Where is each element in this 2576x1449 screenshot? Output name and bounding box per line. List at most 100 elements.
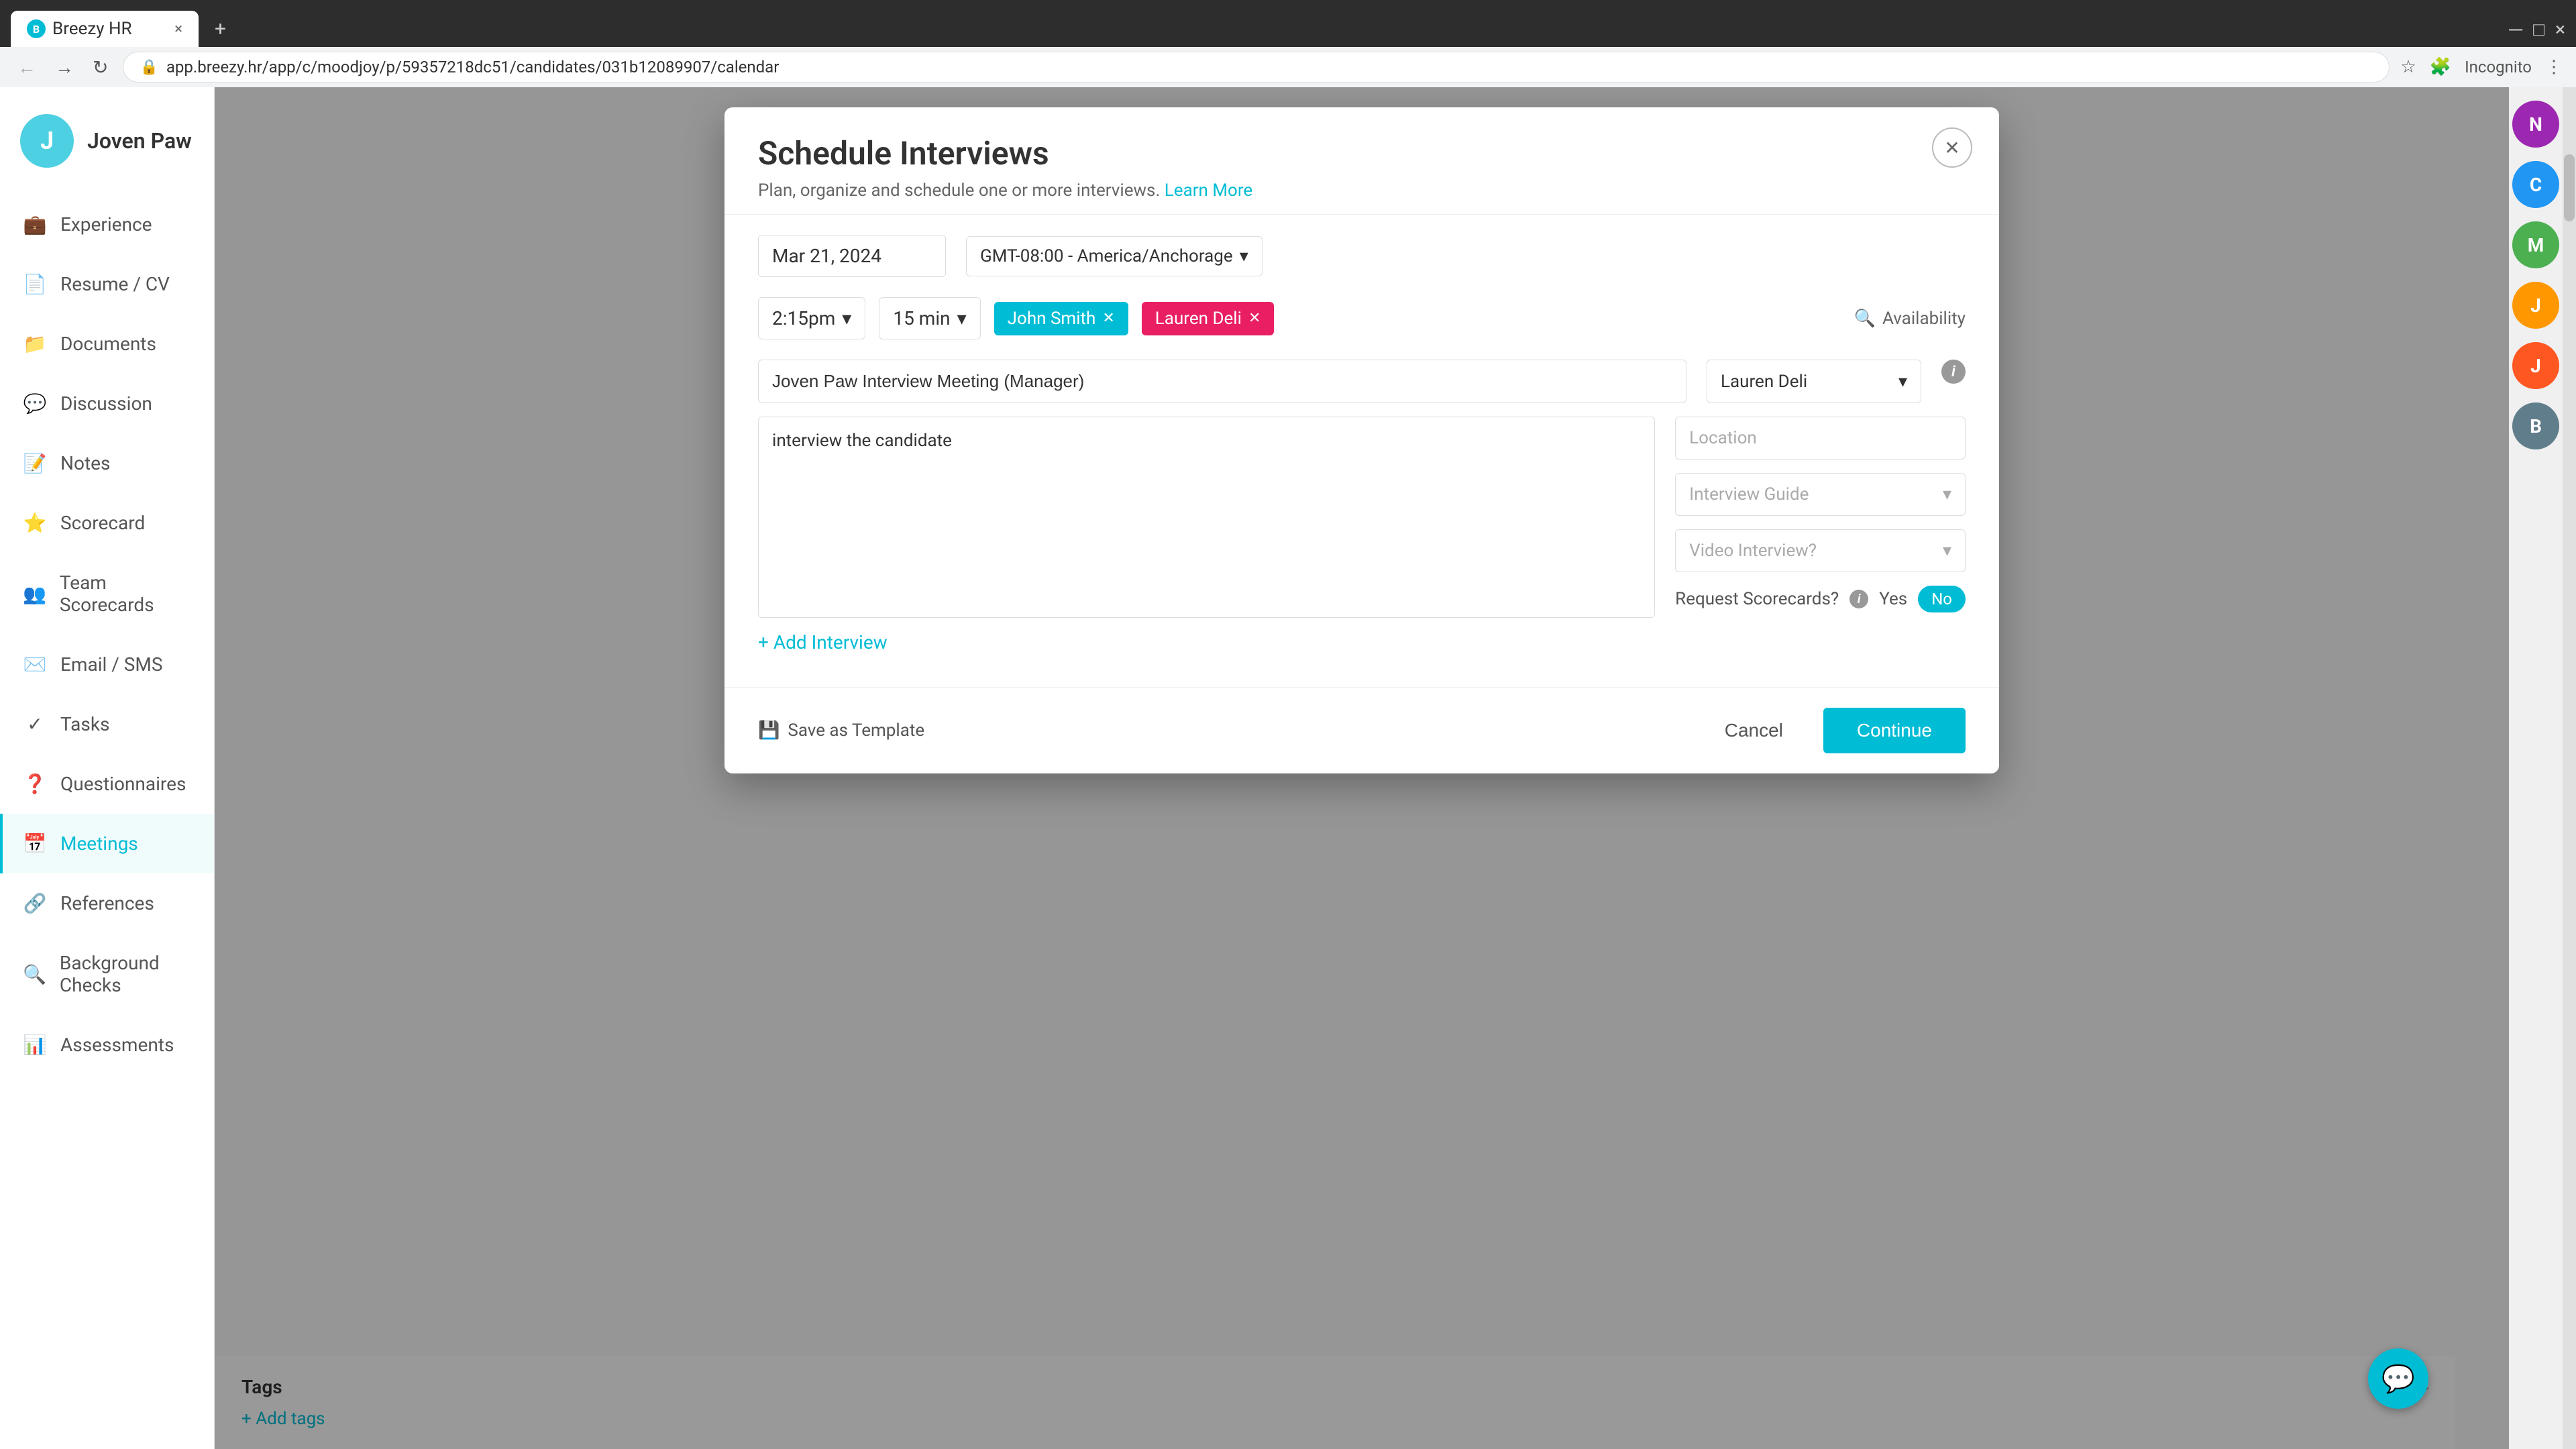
sidebar-label-experience: Experience <box>60 213 152 235</box>
meeting-title-input[interactable] <box>758 360 1686 403</box>
avatar-m[interactable]: M <box>2512 221 2559 268</box>
sidebar-item-documents[interactable]: 📁 Documents <box>0 314 214 374</box>
modal-close-button[interactable]: ✕ <box>1932 127 1972 168</box>
interview-guide-field[interactable]: Interview Guide ▾ <box>1675 473 1966 516</box>
interviewer-john-name: John Smith <box>1008 309 1096 329</box>
close-window-button[interactable]: × <box>2555 18 2565 40</box>
right-avatars-panel: N C M J J B <box>2509 87 2563 1449</box>
sidebar-item-tasks[interactable]: ✓ Tasks <box>0 694 214 754</box>
browser-menu-button[interactable]: Incognito <box>2465 58 2532 76</box>
browser-toolbar: ← → ↻ 🔒 app.breezy.hr/app/c/moodjoy/p/59… <box>0 47 2576 87</box>
interviewer-info-icon[interactable]: i <box>1941 360 1966 384</box>
modal-header: Schedule Interviews Plan, organize and s… <box>724 107 1999 215</box>
notes-textarea[interactable]: interview the candidate <box>758 417 1655 618</box>
interviewer-lauren-name: Lauren Deli <box>1155 309 1242 329</box>
timezone-field[interactable]: GMT-08:00 - America/Anchorage ▾ <box>966 236 1263 276</box>
avatar-c[interactable]: C <box>2512 161 2559 208</box>
modal-footer: 💾 Save as Template Cancel Continue <box>724 687 1999 773</box>
no-badge-button[interactable]: No <box>1918 586 1966 612</box>
sidebar-label-tasks: Tasks <box>60 713 110 735</box>
time-selector[interactable]: 2:15pm ▾ <box>758 297 865 339</box>
modal-backdrop[interactable]: Schedule Interviews Plan, organize and s… <box>215 87 2509 1449</box>
sidebar-item-experience[interactable]: 💼 Experience <box>0 195 214 254</box>
tasks-icon: ✓ <box>23 713 47 735</box>
add-interview-button[interactable]: + Add Interview <box>758 618 1966 667</box>
scroll-strip[interactable] <box>2563 87 2576 1449</box>
interviewer-dropdown-arrow: ▾ <box>1898 372 1907 392</box>
avatar-j2[interactable]: J <box>2512 342 2559 389</box>
yes-label: Yes <box>1879 589 1907 609</box>
avatar-j1[interactable]: J <box>2512 282 2559 329</box>
cancel-button[interactable]: Cancel <box>1698 708 1810 753</box>
date-field[interactable]: Mar 21, 2024 <box>758 235 946 277</box>
back-button[interactable]: ← <box>13 52 40 83</box>
interviewer-dropdown[interactable]: Lauren Deli ▾ <box>1707 360 1921 403</box>
meeting-details-row: Lauren Deli ▾ i <box>758 360 1966 403</box>
continue-button[interactable]: Continue <box>1823 708 1966 753</box>
scorecard-icon: ⭐ <box>23 512 47 534</box>
bookmark-icon[interactable]: ☆ <box>2400 57 2416 77</box>
sidebar-item-notes[interactable]: 📝 Notes <box>0 433 214 493</box>
sidebar-item-questionnaires[interactable]: ❓ Questionnaires <box>0 754 214 814</box>
documents-icon: 📁 <box>23 333 47 355</box>
remove-lauren-button[interactable]: ✕ <box>1248 310 1260 327</box>
app-container: J Joven Paw 💼 Experience 📄 Resume / CV 📁… <box>0 87 2576 1449</box>
avatar-b[interactable]: B <box>2512 402 2559 449</box>
save-template-button[interactable]: 💾 Save as Template <box>758 720 924 741</box>
sidebar-item-team-scorecards[interactable]: 👥 Team Scorecards <box>0 553 214 635</box>
learn-more-link[interactable]: Learn More <box>1165 180 1252 201</box>
tab-close-button[interactable]: × <box>174 21 182 38</box>
extensions-icon[interactable]: 🧩 <box>2430 57 2451 77</box>
refresh-button[interactable]: ↻ <box>89 52 112 83</box>
remove-john-button[interactable]: ✕ <box>1102 310 1114 327</box>
availability-button[interactable]: 🔍 Availability <box>1854 309 1966 329</box>
user-name: Joven Paw <box>87 128 192 154</box>
user-avatar: J <box>20 114 74 168</box>
more-options-button[interactable]: ⋮ <box>2545 57 2563 77</box>
background-checks-icon: 🔍 <box>23 963 46 985</box>
availability-search-icon: 🔍 <box>1854 309 1876 329</box>
minimize-button[interactable]: ─ <box>2509 18 2522 40</box>
sidebar-item-email-sms[interactable]: ✉️ Email / SMS <box>0 635 214 694</box>
sidebar-label-email-sms: Email / SMS <box>60 653 162 676</box>
address-bar[interactable]: 🔒 app.breezy.hr/app/c/moodjoy/p/59357218… <box>123 52 2390 83</box>
timezone-dropdown-icon: ▾ <box>1240 246 1248 266</box>
duration-selector[interactable]: 15 min ▾ <box>879 297 980 339</box>
tab-title: Breezy HR <box>52 19 132 39</box>
forward-button[interactable]: → <box>51 52 78 83</box>
sidebar-item-assessments[interactable]: 📊 Assessments <box>0 1015 214 1075</box>
right-panel: Location Interview Guide ▾ Video Intervi… <box>1675 417 1966 618</box>
location-field[interactable]: Location <box>1675 417 1966 460</box>
sidebar-label-meetings: Meetings <box>60 833 138 855</box>
sidebar-item-discussion[interactable]: 💬 Discussion <box>0 374 214 433</box>
references-icon: 🔗 <box>23 892 47 914</box>
interviewer-tag-john[interactable]: John Smith ✕ <box>994 302 1128 335</box>
footer-actions: Cancel Continue <box>1698 708 1966 753</box>
avatar-n[interactable]: N <box>2512 101 2559 148</box>
sidebar-label-scorecard: Scorecard <box>60 512 145 534</box>
active-tab[interactable]: B Breezy HR × <box>11 11 199 47</box>
maximize-button[interactable]: □ <box>2533 18 2544 40</box>
sidebar-item-scorecard[interactable]: ⭐ Scorecard <box>0 493 214 553</box>
video-interview-field[interactable]: Video Interview? ▾ <box>1675 529 1966 572</box>
scorecards-info-icon[interactable]: i <box>1849 590 1868 608</box>
chat-fab-button[interactable]: 💬 <box>2368 1348 2428 1409</box>
notes-and-right-panel: interview the candidate Location Intervi… <box>758 417 1966 618</box>
save-template-label: Save as Template <box>788 720 924 741</box>
modal-subtitle: Plan, organize and schedule one or more … <box>758 180 1966 201</box>
sidebar-item-background-checks[interactable]: 🔍 Background Checks <box>0 933 214 1015</box>
interviewer-tag-lauren[interactable]: Lauren Deli ✕ <box>1142 302 1275 335</box>
sidebar-item-resume[interactable]: 📄 Resume / CV <box>0 254 214 314</box>
time-value: 2:15pm <box>772 307 835 329</box>
modal-body: Mar 21, 2024 GMT-08:00 - America/Anchora… <box>724 215 1999 687</box>
sidebar-item-references[interactable]: 🔗 References <box>0 873 214 933</box>
close-icon: ✕ <box>1944 137 1960 159</box>
url-text: app.breezy.hr/app/c/moodjoy/p/59357218dc… <box>166 58 2373 76</box>
sidebar-header: J Joven Paw <box>0 101 214 181</box>
time-dropdown-icon: ▾ <box>842 307 851 329</box>
new-tab-button[interactable]: + <box>204 17 237 41</box>
save-template-icon: 💾 <box>758 720 780 741</box>
sidebar-item-meetings[interactable]: 📅 Meetings <box>0 814 214 873</box>
toolbar-actions: ☆ 🧩 Incognito ⋮ <box>2400 57 2563 77</box>
questionnaires-icon: ❓ <box>23 773 47 795</box>
